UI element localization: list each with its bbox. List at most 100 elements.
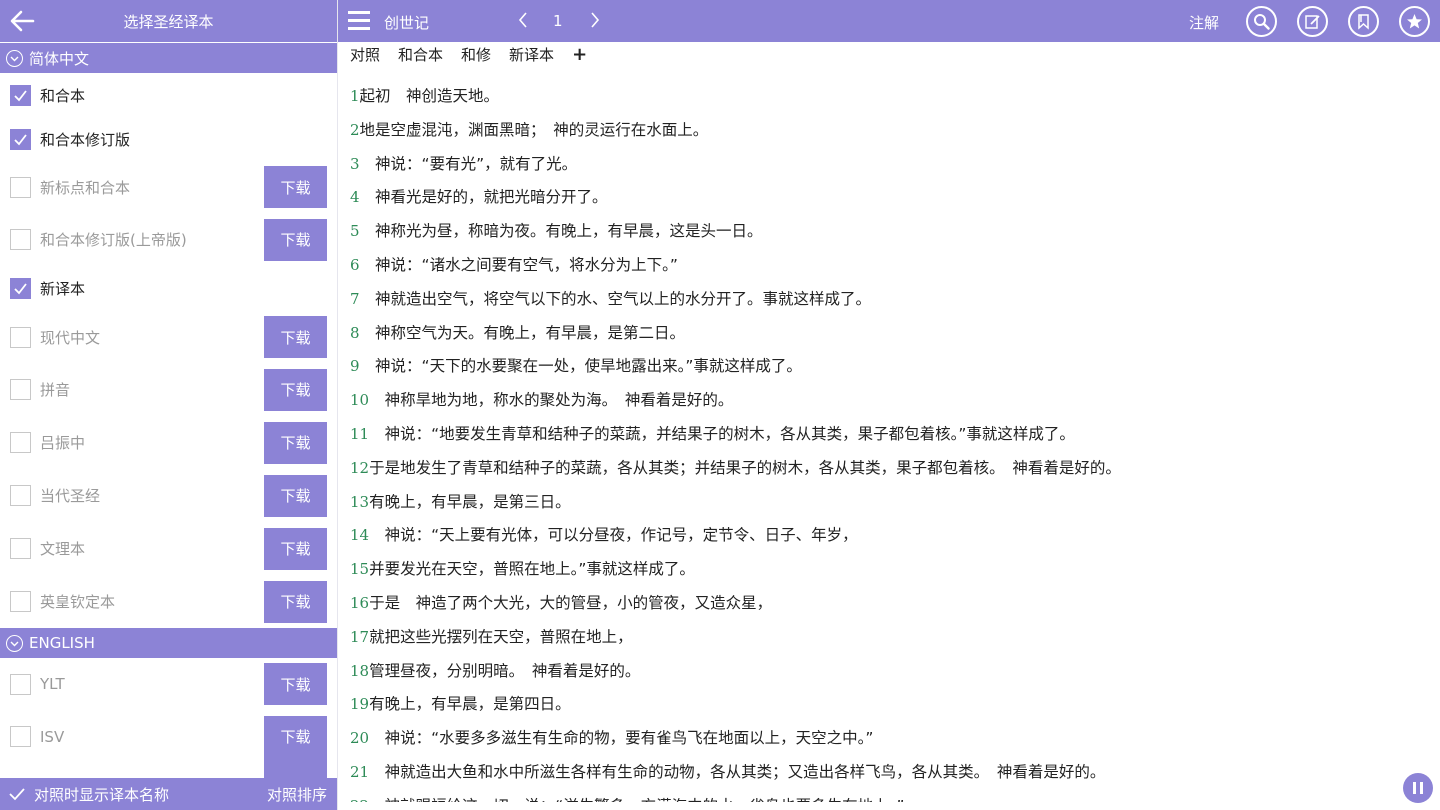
- verse[interactable]: 17就把这些光摆列在天空，普照在地上，: [350, 621, 1430, 655]
- show-names-toggle[interactable]: 对照时显示译本名称: [34, 784, 169, 805]
- version-checkbox[interactable]: [10, 326, 31, 348]
- version-row[interactable]: 和合本修订版: [0, 117, 337, 161]
- tab-compare[interactable]: 对照: [350, 44, 380, 65]
- menu-icon[interactable]: [348, 11, 370, 31]
- sort-button[interactable]: 对照排序: [267, 784, 327, 805]
- verse[interactable]: 12于是地发生了青草和结种子的菜蔬，各从其类；并结果子的树木，各从其类，果子都包…: [350, 452, 1430, 486]
- verse[interactable]: 7 神就造出空气，将空气以下的水、空气以上的水分开了。事就这样成了。: [350, 283, 1430, 317]
- search-button[interactable]: [1246, 6, 1277, 37]
- version-row[interactable]: 新译本: [0, 266, 337, 311]
- version-checkbox[interactable]: [10, 229, 31, 250]
- tab-cnv[interactable]: 新译本: [509, 44, 554, 65]
- chapter-number[interactable]: 1: [553, 12, 563, 30]
- group-header[interactable]: ENGLISH: [0, 628, 337, 658]
- version-row[interactable]: 和合本修订版(上帝版) 下载: [0, 213, 337, 266]
- verse[interactable]: 18管理昼夜，分别明暗。 神看着是好的。: [350, 655, 1430, 689]
- download-button[interactable]: 下载: [264, 663, 327, 705]
- version-row[interactable]: 吕振中 下载: [0, 416, 337, 469]
- version-checkbox[interactable]: [10, 278, 31, 299]
- favorite-button[interactable]: [1399, 6, 1430, 37]
- group-header[interactable]: 简体中文: [0, 43, 337, 73]
- download-button[interactable]: 下载: [264, 166, 327, 208]
- verse[interactable]: 9 神说：“天下的水要聚在一处，使旱地露出来。”事就这样成了。: [350, 350, 1430, 384]
- verse-text: 神称光为昼，称暗为夜。有晚上，有早晨，这是头一日。: [359, 222, 763, 241]
- edit-button[interactable]: [1297, 6, 1328, 37]
- verse-text: 于是 神造了两个大光，大的管昼，小的管夜，又造众星，: [369, 593, 773, 612]
- verse[interactable]: 10 神称旱地为地，称水的聚处为海。 神看着是好的。: [350, 384, 1430, 418]
- add-version-button[interactable]: +: [572, 44, 587, 65]
- version-row[interactable]: 新标点和合本 下载: [0, 161, 337, 213]
- verse-text: 神说：“水要多多滋生有生命的物，要有雀鸟飞在地面以上，天空之中。”: [369, 729, 874, 748]
- version-row[interactable]: 文理本 下载: [0, 522, 337, 575]
- version-label: 吕振中: [40, 434, 86, 452]
- verse-number: 7: [350, 289, 360, 308]
- download-button[interactable]: 下载: [264, 218, 327, 261]
- tab-rcuv[interactable]: 和修: [461, 44, 491, 65]
- download-button[interactable]: 下载: [264, 316, 327, 358]
- previous-chapter-icon[interactable]: [518, 12, 528, 28]
- verse-text: 神说：“天上要有光体，可以分昼夜，作记号，定节令、日子、年岁，: [369, 526, 858, 545]
- verse[interactable]: 6 神说：“诸水之间要有空气，将水分为上下。”: [350, 249, 1430, 283]
- verse[interactable]: 22 神就赐福给这一切，说：“滋生繁多，充满海中的水，雀鸟也要多生在地上。”: [350, 790, 1430, 802]
- version-checkbox[interactable]: [10, 591, 31, 612]
- verse-text: 就把这些光摆列在天空，普照在地上，: [369, 627, 633, 646]
- version-checkbox[interactable]: [10, 379, 31, 400]
- checkmark-icon[interactable]: [8, 785, 26, 803]
- verse[interactable]: 1起初 神创造天地。: [350, 80, 1430, 114]
- notes-button[interactable]: 注解: [1189, 12, 1219, 33]
- verse[interactable]: 15并要发光在天空，普照在地上。”事就这样成了。: [350, 553, 1430, 587]
- verse[interactable]: 13有晚上，有早晨，是第三日。: [350, 486, 1430, 520]
- download-button[interactable]: 下载: [264, 715, 327, 758]
- sidebar-footer[interactable]: 对照时显示译本名称 对照排序: [0, 778, 337, 810]
- version-row[interactable]: 当代圣经 下载: [0, 469, 337, 522]
- pause-button[interactable]: [1403, 773, 1433, 803]
- version-checkbox[interactable]: [10, 84, 31, 106]
- tab-cuv[interactable]: 和合本: [398, 44, 443, 65]
- verse[interactable]: 8 神称空气为天。有晚上，有早晨，是第二日。: [350, 317, 1430, 351]
- verse[interactable]: 3 神说：“要有光”，就有了光。: [350, 148, 1430, 182]
- verse[interactable]: 5 神称光为昼，称暗为夜。有晚上，有早晨，这是头一日。: [350, 215, 1430, 249]
- verse-text: 神看光是好的，就把光暗分开了。: [359, 188, 608, 207]
- version-checkbox[interactable]: [10, 673, 31, 695]
- version-checkbox[interactable]: [10, 538, 31, 559]
- chevron-down-icon: [6, 634, 23, 652]
- download-button[interactable]: 下载: [264, 368, 327, 411]
- verse[interactable]: 21 神就造出大鱼和水中所滋生各样有生命的动物，各从其类；又造出各样飞鸟，各从其…: [350, 756, 1430, 790]
- download-button[interactable]: 下载: [264, 474, 327, 517]
- verse[interactable]: 20 神说：“水要多多滋生有生命的物，要有雀鸟飞在地面以上，天空之中。”: [350, 722, 1430, 756]
- next-chapter-icon[interactable]: [590, 12, 600, 28]
- version-checkbox[interactable]: [10, 432, 31, 453]
- verse[interactable]: 11 神说：“地要发生青草和结种子的菜蔬，并结果子的树木，各从其类，果子都包着核…: [350, 418, 1430, 452]
- verse-number: 5: [350, 222, 360, 241]
- verse[interactable]: 4 神看光是好的，就把光暗分开了。: [350, 181, 1430, 215]
- version-checkbox[interactable]: [10, 128, 31, 150]
- download-button[interactable]: 下载: [264, 527, 327, 570]
- version-label: 和合本修订版(上帝版): [40, 231, 187, 249]
- version-checkbox[interactable]: [10, 726, 31, 747]
- verse[interactable]: 19有晚上，有早晨，是第四日。: [350, 688, 1430, 722]
- verse[interactable]: 2地是空虚混沌，渊面黑暗； 神的灵运行在水面上。: [350, 114, 1430, 148]
- verse[interactable]: 16于是 神造了两个大光，大的管昼，小的管夜，又造众星，: [350, 587, 1430, 621]
- version-row[interactable]: 和合本: [0, 73, 337, 117]
- bookmark-button[interactable]: [1348, 6, 1379, 37]
- version-row[interactable]: YLT 下载: [0, 658, 337, 710]
- version-checkbox[interactable]: [10, 176, 31, 198]
- version-label: 现代中文: [40, 328, 101, 347]
- verse[interactable]: 14 神说：“天上要有光体，可以分昼夜，作记号，定节令、日子、年岁，: [350, 519, 1430, 553]
- edit-icon: [1305, 15, 1320, 29]
- version-label: 文理本: [40, 540, 86, 558]
- version-label: 新译本: [40, 280, 86, 298]
- version-checkbox[interactable]: [10, 485, 31, 506]
- version-row[interactable]: 英皇钦定本 下载: [0, 575, 337, 628]
- download-button[interactable]: 下载: [264, 580, 327, 623]
- version-label: ISV: [40, 727, 65, 746]
- verse-text: 起初 神创造天地。: [359, 87, 500, 105]
- version-row[interactable]: 现代中文 下载: [0, 311, 337, 363]
- verse-number: 16: [350, 593, 370, 612]
- version-label: 和合本修订版: [40, 130, 131, 149]
- book-title[interactable]: 创世记: [384, 12, 429, 33]
- download-button[interactable]: [264, 756, 327, 778]
- download-button[interactable]: 下载: [264, 421, 327, 464]
- version-sidebar: 选择圣经译本 简体中文 和合本 和合本修订版 新标点和合本 下载 和合本修订版(上帝版) 下…: [0, 0, 338, 810]
- version-row[interactable]: 拼音 下载: [0, 363, 337, 416]
